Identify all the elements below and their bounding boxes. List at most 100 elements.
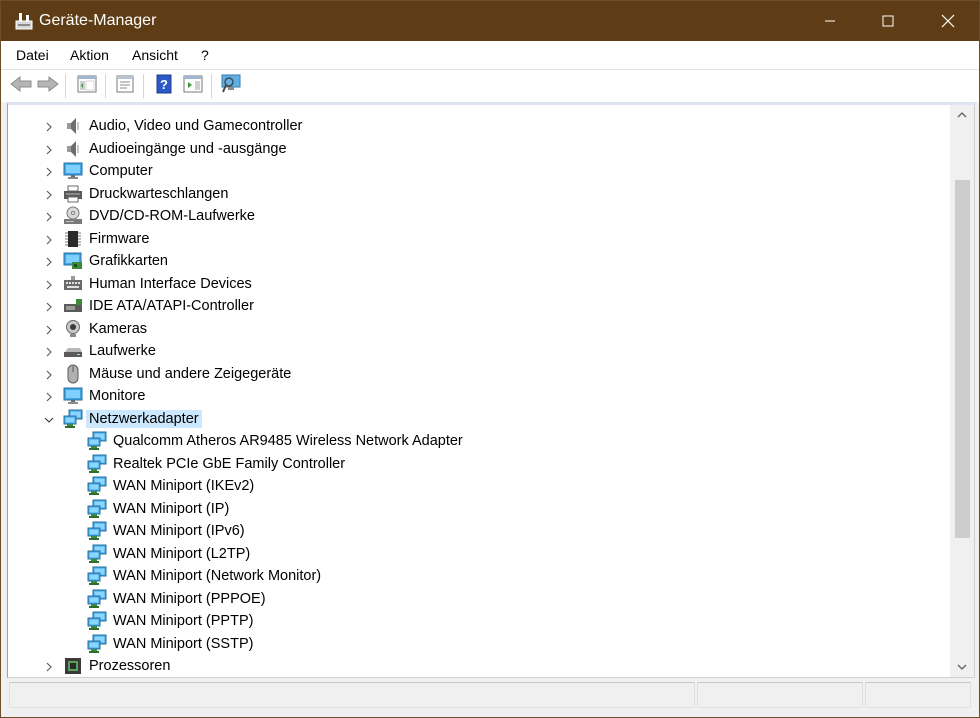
tree-node-label: WAN Miniport (PPTP) xyxy=(113,613,254,629)
tree-device-wan-miniport-network-monitor[interactable]: WAN Miniport (Network Monitor) xyxy=(8,565,948,587)
network-adapter-icon xyxy=(63,409,83,429)
tree-node-label: WAN Miniport (Network Monitor) xyxy=(113,568,322,584)
chevron-right-icon[interactable] xyxy=(43,165,55,177)
tree-category-audio-video-und-gamecontroller[interactable]: Audio, Video und Gamecontroller xyxy=(8,115,948,137)
network-adapter-icon xyxy=(87,544,107,564)
back-button[interactable] xyxy=(9,74,33,98)
tree-category-laufwerke[interactable]: Laufwerke xyxy=(8,340,948,362)
network-adapter-icon xyxy=(87,521,107,541)
tree-device-wan-miniport-pptp[interactable]: WAN Miniport (PPTP) xyxy=(8,610,948,632)
chevron-right-icon[interactable] xyxy=(43,120,55,132)
tree-node-label: Audio, Video und Gamecontroller xyxy=(89,118,303,134)
tree-device-wan-miniport-l2tp[interactable]: WAN Miniport (L2TP) xyxy=(8,543,948,565)
title-bar[interactable]: Geräte-Manager xyxy=(1,1,979,41)
toolbar-separator xyxy=(105,74,106,98)
toolbar-separator xyxy=(65,74,66,98)
window-title: Geräte-Manager xyxy=(39,12,157,29)
chevron-right-icon[interactable] xyxy=(43,660,55,672)
scan-hardware-button[interactable] xyxy=(220,74,244,98)
toolbar: ? xyxy=(1,69,979,102)
chevron-right-icon[interactable] xyxy=(43,188,55,200)
properties-icon xyxy=(115,75,135,98)
tree-category-ide-ata-atapi-controller[interactable]: IDE ATA/ATAPI-Controller xyxy=(8,295,948,317)
tree-node-label: Audioeingänge und -ausgänge xyxy=(89,140,287,157)
tree-node-label: Mäuse und andere Zeigegeräte xyxy=(89,365,292,382)
minimize-button[interactable] xyxy=(801,1,859,41)
tree-node-label: WAN Miniport (IP) xyxy=(113,500,230,517)
menu-ansicht[interactable]: Ansicht xyxy=(132,47,178,63)
tree-node-label: WAN Miniport (PPPOE) xyxy=(113,590,266,607)
scrollbar-thumb[interactable] xyxy=(955,180,970,538)
chevron-right-icon[interactable] xyxy=(43,323,55,335)
tree-node-label: IDE ATA/ATAPI-Controller xyxy=(89,298,254,314)
chevron-right-icon[interactable] xyxy=(43,255,55,267)
menu-help[interactable]: ? xyxy=(201,47,209,63)
tree-category-prozessoren[interactable]: Prozessoren xyxy=(8,655,948,677)
device-manager-app-icon xyxy=(14,11,34,31)
device-tree[interactable]: Audio, Video und Gamecontroller Audioeing… xyxy=(8,105,950,677)
tree-device-wan-miniport-ipv6[interactable]: WAN Miniport (IPv6) xyxy=(8,520,948,542)
tree-category-dvd-cd-rom-laufwerke[interactable]: DVD/CD-ROM-Laufwerke xyxy=(8,205,948,227)
chevron-down-icon[interactable] xyxy=(43,413,55,425)
tree-category-druckwarteschlangen[interactable]: Druckwarteschlangen xyxy=(8,183,948,205)
close-icon xyxy=(941,14,955,28)
tree-category-maeuse-und-andere-zeigegeraete[interactable]: Mäuse und andere Zeigegeräte xyxy=(8,363,948,385)
status-segment xyxy=(865,682,971,708)
tree-device-wan-miniport-ikev2[interactable]: WAN Miniport (IKEv2) xyxy=(8,475,948,497)
tree-category-human-interface-devices[interactable]: Human Interface Devices xyxy=(8,273,948,295)
chevron-right-icon[interactable] xyxy=(43,278,55,290)
network-adapter-icon xyxy=(87,611,107,631)
properties-button[interactable] xyxy=(113,74,137,98)
menu-datei[interactable]: Datei xyxy=(16,47,49,63)
forward-button[interactable] xyxy=(36,74,60,98)
menu-aktion[interactable]: Aktion xyxy=(70,47,109,63)
minimize-icon xyxy=(824,15,836,27)
tree-category-computer[interactable]: Computer xyxy=(8,160,948,182)
maximize-button[interactable] xyxy=(859,1,917,41)
action-pane-button[interactable] xyxy=(181,74,205,98)
tree-node-label: Monitore xyxy=(89,388,146,404)
tree-node-label: Computer xyxy=(89,163,153,179)
speaker-icon xyxy=(63,116,83,136)
chip-icon xyxy=(63,229,83,249)
toolbar-separator xyxy=(211,74,212,98)
close-button[interactable] xyxy=(919,1,977,41)
tree-node-label: WAN Miniport (L2TP) xyxy=(113,545,251,562)
tree-device-realtek-pcie-gbe-family-controller[interactable]: Realtek PCIe GbE Family Controller xyxy=(8,453,948,475)
tree-category-audioeingaenge-und-ausgaenge[interactable]: Audioeingänge und -ausgänge xyxy=(8,138,948,160)
chevron-right-icon[interactable] xyxy=(43,368,55,380)
tree-category-firmware[interactable]: Firmware xyxy=(8,228,948,250)
chevron-right-icon[interactable] xyxy=(43,345,55,357)
monitor-icon xyxy=(63,386,83,406)
network-adapter-icon xyxy=(87,566,107,586)
tree-node-label: WAN Miniport (SSTP) xyxy=(113,635,254,652)
tree-node-label: Laufwerke xyxy=(89,343,156,359)
chevron-right-icon[interactable] xyxy=(43,390,55,402)
tree-category-kameras[interactable]: Kameras xyxy=(8,318,948,340)
status-bar xyxy=(7,680,975,712)
tree-node-label: Prozessoren xyxy=(89,658,171,674)
chevron-right-icon[interactable] xyxy=(43,300,55,312)
chevron-right-icon[interactable] xyxy=(43,143,55,155)
vertical-scrollbar[interactable] xyxy=(950,105,974,677)
help-button[interactable]: ? xyxy=(152,74,176,98)
scroll-up-button[interactable] xyxy=(950,105,974,125)
tree-device-wan-miniport-sstp[interactable]: WAN Miniport (SSTP) xyxy=(8,633,948,655)
status-segment xyxy=(697,682,863,708)
speaker-icon xyxy=(63,139,83,159)
show-hide-console-tree-button[interactable] xyxy=(75,74,99,98)
keyboard-icon xyxy=(63,274,83,294)
scroll-down-button[interactable] xyxy=(950,657,974,677)
tree-category-monitore[interactable]: Monitore xyxy=(8,385,948,407)
chevron-down-icon xyxy=(957,658,967,676)
network-adapter-icon xyxy=(87,454,107,474)
tree-category-grafikkarten[interactable]: Grafikkarten xyxy=(8,250,948,272)
chevron-right-icon[interactable] xyxy=(43,210,55,222)
controller-icon xyxy=(63,296,83,316)
tree-device-wan-miniport-ip[interactable]: WAN Miniport (IP) xyxy=(8,498,948,520)
tree-device-wan-miniport-pppoe[interactable]: WAN Miniport (PPPOE) xyxy=(8,588,948,610)
tree-category-netzwerkadapter[interactable]: Netzwerkadapter xyxy=(8,408,948,430)
tree-device-qualcomm-atheros-ar9485-wireless-network-adapter[interactable]: Qualcomm Atheros AR9485 Wireless Network… xyxy=(8,430,948,452)
chevron-right-icon[interactable] xyxy=(43,233,55,245)
monitor-icon xyxy=(63,161,83,181)
